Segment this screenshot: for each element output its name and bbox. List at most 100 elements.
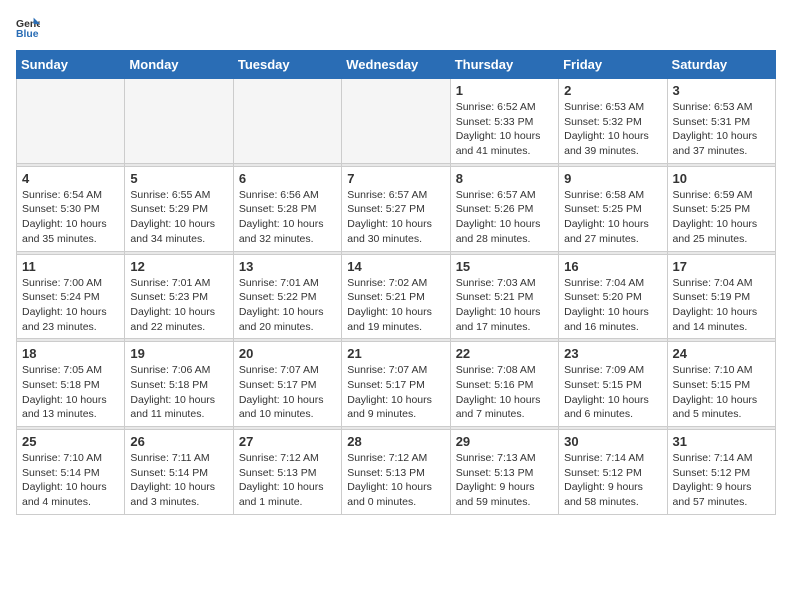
day-number: 26 bbox=[130, 434, 227, 449]
weekday-header-tuesday: Tuesday bbox=[233, 51, 341, 79]
day-info: Sunrise: 7:13 AMSunset: 5:13 PMDaylight:… bbox=[456, 451, 553, 510]
day-info: Sunrise: 7:12 AMSunset: 5:13 PMDaylight:… bbox=[347, 451, 444, 510]
day-info: Sunrise: 7:10 AMSunset: 5:15 PMDaylight:… bbox=[673, 363, 770, 422]
day-info: Sunrise: 7:09 AMSunset: 5:15 PMDaylight:… bbox=[564, 363, 661, 422]
day-number: 15 bbox=[456, 259, 553, 274]
weekday-header-saturday: Saturday bbox=[667, 51, 775, 79]
calendar-cell: 22 Sunrise: 7:08 AMSunset: 5:16 PMDayligh… bbox=[450, 342, 558, 427]
day-number: 3 bbox=[673, 83, 770, 98]
weekday-header-row: SundayMondayTuesdayWednesdayThursdayFrid… bbox=[17, 51, 776, 79]
calendar-cell: 20 Sunrise: 7:07 AMSunset: 5:17 PMDayligh… bbox=[233, 342, 341, 427]
calendar-table: SundayMondayTuesdayWednesdayThursdayFrid… bbox=[16, 50, 776, 515]
calendar-cell: 28 Sunrise: 7:12 AMSunset: 5:13 PMDayligh… bbox=[342, 430, 450, 515]
day-number: 22 bbox=[456, 346, 553, 361]
day-info: Sunrise: 7:10 AMSunset: 5:14 PMDaylight:… bbox=[22, 451, 119, 510]
calendar-cell: 8 Sunrise: 6:57 AMSunset: 5:26 PMDaylight… bbox=[450, 166, 558, 251]
calendar-cell: 6 Sunrise: 6:56 AMSunset: 5:28 PMDaylight… bbox=[233, 166, 341, 251]
page-header: General Blue bbox=[16, 16, 776, 40]
day-number: 30 bbox=[564, 434, 661, 449]
calendar-cell: 29Sunrise: 7:13 AMSunset: 5:13 PMDayligh… bbox=[450, 430, 558, 515]
day-number: 27 bbox=[239, 434, 336, 449]
day-number: 12 bbox=[130, 259, 227, 274]
day-info: Sunrise: 7:12 AMSunset: 5:13 PMDaylight:… bbox=[239, 451, 336, 510]
day-info: Sunrise: 7:14 AMSunset: 5:12 PMDaylight:… bbox=[673, 451, 770, 510]
calendar-cell: 9 Sunrise: 6:58 AMSunset: 5:25 PMDaylight… bbox=[559, 166, 667, 251]
calendar-cell: 12 Sunrise: 7:01 AMSunset: 5:23 PMDayligh… bbox=[125, 254, 233, 339]
day-number: 8 bbox=[456, 171, 553, 186]
day-info: Sunrise: 7:06 AMSunset: 5:18 PMDaylight:… bbox=[130, 363, 227, 422]
day-number: 16 bbox=[564, 259, 661, 274]
calendar-week-1: 1 Sunrise: 6:52 AMSunset: 5:33 PMDaylight… bbox=[17, 79, 776, 164]
calendar-cell: 15 Sunrise: 7:03 AMSunset: 5:21 PMDayligh… bbox=[450, 254, 558, 339]
day-info: Sunrise: 7:01 AMSunset: 5:23 PMDaylight:… bbox=[130, 276, 227, 335]
day-number: 31 bbox=[673, 434, 770, 449]
day-number: 11 bbox=[22, 259, 119, 274]
calendar-week-3: 11 Sunrise: 7:00 AMSunset: 5:24 PMDayligh… bbox=[17, 254, 776, 339]
calendar-cell: 21Sunrise: 7:07 AMSunset: 5:17 PMDayligh… bbox=[342, 342, 450, 427]
day-number: 24 bbox=[673, 346, 770, 361]
day-info: Sunrise: 7:03 AMSunset: 5:21 PMDaylight:… bbox=[456, 276, 553, 335]
day-number: 28 bbox=[347, 434, 444, 449]
day-number: 17 bbox=[673, 259, 770, 274]
day-info: Sunrise: 6:57 AMSunset: 5:27 PMDaylight:… bbox=[347, 188, 444, 247]
day-number: 4 bbox=[22, 171, 119, 186]
day-number: 5 bbox=[130, 171, 227, 186]
calendar-cell: 14Sunrise: 7:02 AMSunset: 5:21 PMDayligh… bbox=[342, 254, 450, 339]
day-number: 13 bbox=[239, 259, 336, 274]
day-number: 19 bbox=[130, 346, 227, 361]
day-number: 25 bbox=[22, 434, 119, 449]
calendar-cell: 16Sunrise: 7:04 AMSunset: 5:20 PMDayligh… bbox=[559, 254, 667, 339]
calendar-week-2: 4 Sunrise: 6:54 AMSunset: 5:30 PMDaylight… bbox=[17, 166, 776, 251]
calendar-cell: 11 Sunrise: 7:00 AMSunset: 5:24 PMDayligh… bbox=[17, 254, 125, 339]
day-info: Sunrise: 6:56 AMSunset: 5:28 PMDaylight:… bbox=[239, 188, 336, 247]
day-info: Sunrise: 7:08 AMSunset: 5:16 PMDaylight:… bbox=[456, 363, 553, 422]
calendar-cell: 26 Sunrise: 7:11 AMSunset: 5:14 PMDayligh… bbox=[125, 430, 233, 515]
calendar-week-4: 18Sunrise: 7:05 AMSunset: 5:18 PMDayligh… bbox=[17, 342, 776, 427]
day-info: Sunrise: 6:55 AMSunset: 5:29 PMDaylight:… bbox=[130, 188, 227, 247]
weekday-header-friday: Friday bbox=[559, 51, 667, 79]
day-info: Sunrise: 7:05 AMSunset: 5:18 PMDaylight:… bbox=[22, 363, 119, 422]
calendar-cell: 27 Sunrise: 7:12 AMSunset: 5:13 PMDayligh… bbox=[233, 430, 341, 515]
day-number: 21 bbox=[347, 346, 444, 361]
calendar-cell: 2 Sunrise: 6:53 AMSunset: 5:32 PMDaylight… bbox=[559, 79, 667, 164]
calendar-cell: 18Sunrise: 7:05 AMSunset: 5:18 PMDayligh… bbox=[17, 342, 125, 427]
calendar-cell: 31 Sunrise: 7:14 AMSunset: 5:12 PMDayligh… bbox=[667, 430, 775, 515]
day-info: Sunrise: 6:59 AMSunset: 5:25 PMDaylight:… bbox=[673, 188, 770, 247]
calendar-cell bbox=[233, 79, 341, 164]
day-number: 6 bbox=[239, 171, 336, 186]
logo-icon: General Blue bbox=[16, 16, 40, 40]
calendar-cell: 4 Sunrise: 6:54 AMSunset: 5:30 PMDaylight… bbox=[17, 166, 125, 251]
day-info: Sunrise: 6:52 AMSunset: 5:33 PMDaylight:… bbox=[456, 100, 553, 159]
calendar-cell bbox=[17, 79, 125, 164]
weekday-header-sunday: Sunday bbox=[17, 51, 125, 79]
weekday-header-wednesday: Wednesday bbox=[342, 51, 450, 79]
day-number: 10 bbox=[673, 171, 770, 186]
day-info: Sunrise: 7:00 AMSunset: 5:24 PMDaylight:… bbox=[22, 276, 119, 335]
weekday-header-monday: Monday bbox=[125, 51, 233, 79]
day-number: 1 bbox=[456, 83, 553, 98]
calendar-cell bbox=[125, 79, 233, 164]
day-info: Sunrise: 6:53 AMSunset: 5:32 PMDaylight:… bbox=[564, 100, 661, 159]
calendar-week-5: 25 Sunrise: 7:10 AMSunset: 5:14 PMDayligh… bbox=[17, 430, 776, 515]
logo: General Blue bbox=[16, 16, 44, 40]
day-info: Sunrise: 7:11 AMSunset: 5:14 PMDaylight:… bbox=[130, 451, 227, 510]
day-number: 14 bbox=[347, 259, 444, 274]
day-info: Sunrise: 6:58 AMSunset: 5:25 PMDaylight:… bbox=[564, 188, 661, 247]
day-info: Sunrise: 7:07 AMSunset: 5:17 PMDaylight:… bbox=[239, 363, 336, 422]
day-number: 9 bbox=[564, 171, 661, 186]
calendar-cell: 23Sunrise: 7:09 AMSunset: 5:15 PMDayligh… bbox=[559, 342, 667, 427]
day-info: Sunrise: 7:14 AMSunset: 5:12 PMDaylight:… bbox=[564, 451, 661, 510]
day-number: 20 bbox=[239, 346, 336, 361]
calendar-cell: 7Sunrise: 6:57 AMSunset: 5:27 PMDaylight… bbox=[342, 166, 450, 251]
day-number: 2 bbox=[564, 83, 661, 98]
calendar-cell: 3 Sunrise: 6:53 AMSunset: 5:31 PMDaylight… bbox=[667, 79, 775, 164]
weekday-header-thursday: Thursday bbox=[450, 51, 558, 79]
calendar-cell bbox=[342, 79, 450, 164]
calendar-cell: 13Sunrise: 7:01 AMSunset: 5:22 PMDayligh… bbox=[233, 254, 341, 339]
day-info: Sunrise: 6:54 AMSunset: 5:30 PMDaylight:… bbox=[22, 188, 119, 247]
day-info: Sunrise: 7:04 AMSunset: 5:19 PMDaylight:… bbox=[673, 276, 770, 335]
calendar-cell: 5 Sunrise: 6:55 AMSunset: 5:29 PMDaylight… bbox=[125, 166, 233, 251]
day-info: Sunrise: 6:57 AMSunset: 5:26 PMDaylight:… bbox=[456, 188, 553, 247]
day-info: Sunrise: 6:53 AMSunset: 5:31 PMDaylight:… bbox=[673, 100, 770, 159]
calendar-cell: 24 Sunrise: 7:10 AMSunset: 5:15 PMDayligh… bbox=[667, 342, 775, 427]
